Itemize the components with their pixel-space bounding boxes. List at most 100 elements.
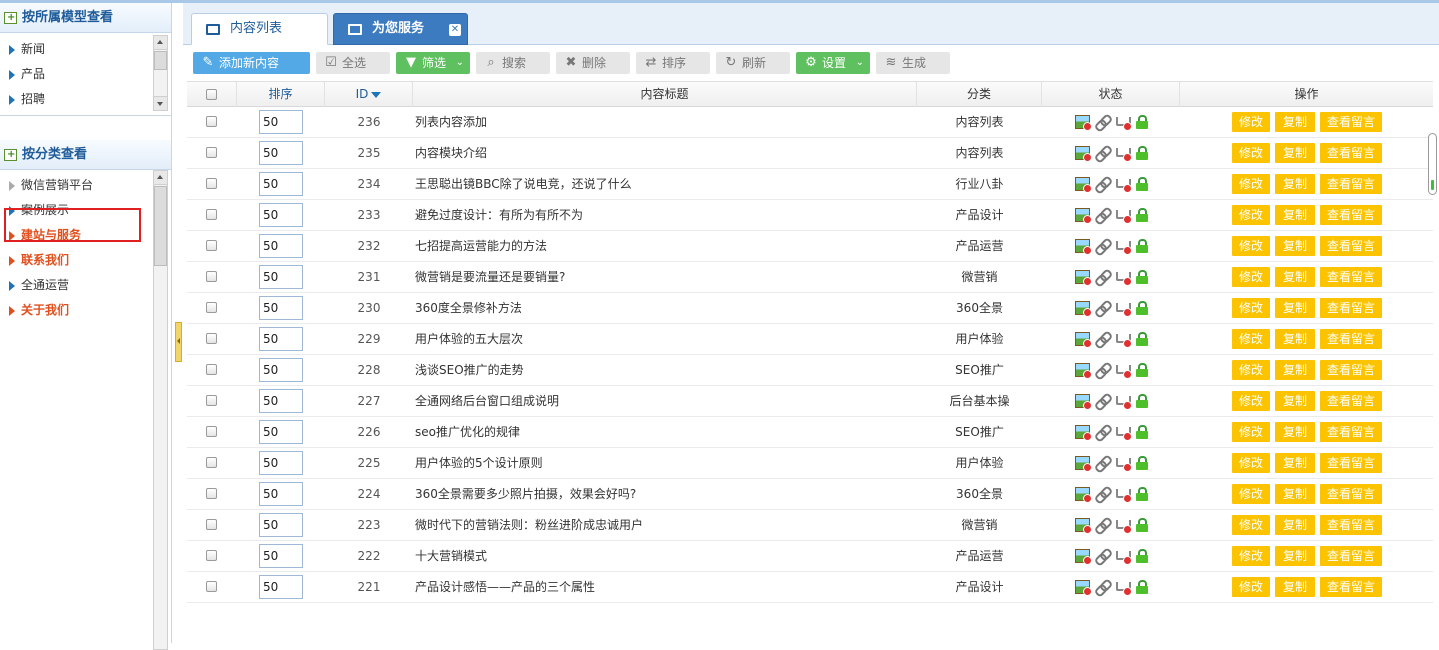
link-icon[interactable] <box>1095 425 1110 439</box>
link-icon[interactable] <box>1095 580 1110 594</box>
scroll-up-icon[interactable] <box>154 171 167 185</box>
filter-button[interactable]: ▼ 筛选 ⌄ <box>396 52 470 74</box>
close-icon[interactable]: ✕ <box>449 24 461 36</box>
sort-order-input[interactable]: 50 <box>259 451 303 475</box>
image-icon[interactable] <box>1075 208 1092 224</box>
row-title[interactable]: 360全景需要多少照片拍摄，效果会好吗? <box>415 479 915 509</box>
sort-order-input[interactable]: 50 <box>259 544 303 568</box>
view-comments-button[interactable]: 查看留言 <box>1320 453 1382 473</box>
link-icon[interactable] <box>1095 456 1110 470</box>
edit-button[interactable]: 修改 <box>1232 391 1270 411</box>
image-icon[interactable] <box>1075 363 1092 379</box>
delete-button[interactable]: ✖ 删除 <box>556 52 630 74</box>
category-item[interactable]: 联系我们 <box>0 248 171 273</box>
page-scrollbar[interactable] <box>1428 133 1437 195</box>
tab-content-list[interactable]: 内容列表 <box>191 13 328 45</box>
link-icon[interactable] <box>1095 549 1110 563</box>
edit-button[interactable]: 修改 <box>1232 205 1270 225</box>
unlock-icon[interactable] <box>1136 363 1148 377</box>
scroll-down-icon[interactable] <box>154 96 167 110</box>
edit-button[interactable]: 修改 <box>1232 453 1270 473</box>
model-list-scrollbar[interactable] <box>153 35 168 111</box>
copy-button[interactable]: 复制 <box>1275 298 1315 318</box>
cart-icon[interactable] <box>1115 115 1132 131</box>
tab-service[interactable]: 为您服务 ✕ <box>333 13 468 45</box>
copy-button[interactable]: 复制 <box>1275 484 1315 504</box>
view-comments-button[interactable]: 查看留言 <box>1320 174 1382 194</box>
row-checkbox[interactable] <box>206 550 217 561</box>
unlock-icon[interactable] <box>1136 115 1148 129</box>
row-checkbox[interactable] <box>206 364 217 375</box>
sort-order-input[interactable]: 50 <box>259 389 303 413</box>
search-button[interactable]: ⌕ 搜索 <box>476 52 550 74</box>
row-checkbox[interactable] <box>206 302 217 313</box>
image-icon[interactable] <box>1075 270 1092 286</box>
generate-button[interactable]: ≋ 生成 <box>876 52 950 74</box>
edit-button[interactable]: 修改 <box>1232 329 1270 349</box>
edit-button[interactable]: 修改 <box>1232 515 1270 535</box>
view-comments-button[interactable]: 查看留言 <box>1320 577 1382 597</box>
copy-button[interactable]: 复制 <box>1275 546 1315 566</box>
copy-button[interactable]: 复制 <box>1275 515 1315 535</box>
edit-button[interactable]: 修改 <box>1232 484 1270 504</box>
image-icon[interactable] <box>1075 394 1092 410</box>
link-icon[interactable] <box>1095 394 1110 408</box>
link-icon[interactable] <box>1095 487 1110 501</box>
sort-order-input[interactable]: 50 <box>259 327 303 351</box>
row-title[interactable]: 微时代下的营销法则：粉丝进阶成忠诚用户 <box>415 510 915 540</box>
sort-order-input[interactable]: 50 <box>259 513 303 537</box>
copy-button[interactable]: 复制 <box>1275 360 1315 380</box>
cart-icon[interactable] <box>1115 332 1132 348</box>
row-title[interactable]: 避免过度设计：有所为有所不为 <box>415 200 915 230</box>
cart-icon[interactable] <box>1115 270 1132 286</box>
link-icon[interactable] <box>1095 208 1110 222</box>
cart-icon[interactable] <box>1115 239 1132 255</box>
copy-button[interactable]: 复制 <box>1275 174 1315 194</box>
sort-order-input[interactable]: 50 <box>259 110 303 134</box>
cart-icon[interactable] <box>1115 146 1132 162</box>
row-title[interactable]: 微营销是要流量还是要销量? <box>415 262 915 292</box>
row-checkbox[interactable] <box>206 209 217 220</box>
sort-order-input[interactable]: 50 <box>259 203 303 227</box>
view-comments-button[interactable]: 查看留言 <box>1320 484 1382 504</box>
edit-button[interactable]: 修改 <box>1232 298 1270 318</box>
header-sort[interactable]: 排序 <box>237 82 325 107</box>
view-comments-button[interactable]: 查看留言 <box>1320 391 1382 411</box>
image-icon[interactable] <box>1075 301 1092 317</box>
refresh-button[interactable]: ↻ 刷新 <box>716 52 790 74</box>
row-title[interactable]: 浅谈SEO推广的走势 <box>415 355 915 385</box>
cart-icon[interactable] <box>1115 208 1132 224</box>
row-title[interactable]: 七招提高运营能力的方法 <box>415 231 915 261</box>
unlock-icon[interactable] <box>1136 301 1148 315</box>
unlock-icon[interactable] <box>1136 270 1148 284</box>
row-title[interactable]: 十大营销模式 <box>415 541 915 571</box>
view-comments-button[interactable]: 查看留言 <box>1320 112 1382 132</box>
link-icon[interactable] <box>1095 177 1110 191</box>
sort-order-input[interactable]: 50 <box>259 172 303 196</box>
row-checkbox[interactable] <box>206 395 217 406</box>
copy-button[interactable]: 复制 <box>1275 329 1315 349</box>
category-item[interactable]: 全通运营 <box>0 273 171 298</box>
edit-button[interactable]: 修改 <box>1232 112 1270 132</box>
row-checkbox[interactable] <box>206 147 217 158</box>
edit-button[interactable]: 修改 <box>1232 267 1270 287</box>
view-comments-button[interactable]: 查看留言 <box>1320 546 1382 566</box>
unlock-icon[interactable] <box>1136 177 1148 191</box>
copy-button[interactable]: 复制 <box>1275 236 1315 256</box>
unlock-icon[interactable] <box>1136 518 1148 532</box>
unlock-icon[interactable] <box>1136 239 1148 253</box>
add-content-button[interactable]: ✎ 添加新内容 <box>193 52 310 74</box>
copy-button[interactable]: 复制 <box>1275 422 1315 442</box>
row-title[interactable]: 用户体验的五大层次 <box>415 324 915 354</box>
category-item[interactable]: 微信营销平台 <box>0 173 171 198</box>
image-icon[interactable] <box>1075 425 1092 441</box>
row-checkbox[interactable] <box>206 581 217 592</box>
image-icon[interactable] <box>1075 177 1092 193</box>
cart-icon[interactable] <box>1115 394 1132 410</box>
link-icon[interactable] <box>1095 146 1110 160</box>
unlock-icon[interactable] <box>1136 394 1148 408</box>
row-title[interactable]: 内容模块介绍 <box>415 138 915 168</box>
row-checkbox[interactable] <box>206 488 217 499</box>
unlock-icon[interactable] <box>1136 208 1148 222</box>
select-all-button[interactable]: ☑ 全选 <box>316 52 390 74</box>
